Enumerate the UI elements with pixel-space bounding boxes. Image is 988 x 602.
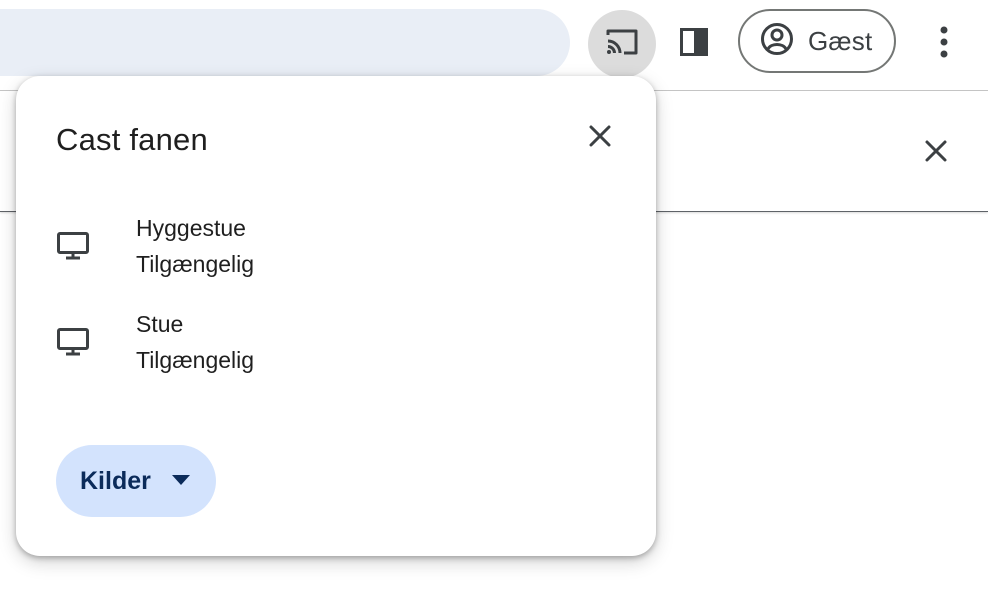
tv-icon — [56, 231, 104, 261]
dialog-title: Cast fanen — [56, 122, 208, 157]
sink-name: Hyggestue — [136, 215, 246, 241]
cast-dialog: Cast fanen Hyggestue Tilgængelig Stue Ti… — [16, 76, 656, 556]
sink-status: Tilgængelig — [136, 347, 255, 373]
dialog-close-button[interactable] — [578, 116, 622, 160]
account-circle-icon — [760, 22, 794, 61]
browser-menu-button[interactable] — [922, 20, 966, 68]
address-bar[interactable] — [0, 9, 570, 76]
tv-icon — [56, 327, 104, 357]
profile-label: Gæst — [808, 25, 873, 56]
sources-label: Kilder — [80, 466, 151, 495]
sink-name: Stue — [136, 311, 184, 337]
cast-sink-item[interactable]: Hyggestue Tilgængelig — [56, 206, 616, 286]
sink-text: Stue Tilgængelig — [136, 310, 254, 374]
cast-sink-item[interactable]: Stue Tilgængelig — [56, 302, 616, 382]
sources-dropdown-button[interactable]: Kilder — [56, 445, 216, 517]
profile-button[interactable]: Gæst — [738, 9, 896, 73]
close-icon — [924, 139, 948, 168]
sink-status: Tilgængelig — [136, 251, 255, 277]
infobar-close-button[interactable] — [914, 131, 958, 175]
cast-button[interactable] — [588, 10, 656, 78]
side-panel-icon — [679, 27, 709, 62]
close-icon — [588, 124, 612, 153]
arrow-drop-down-icon — [171, 474, 191, 489]
sink-text: Hyggestue Tilgængelig — [136, 214, 254, 278]
side-panel-button[interactable] — [670, 20, 718, 68]
more-vert-icon — [939, 25, 949, 64]
browser-window: Gæst Cast fanen Hyggestue Tilgængelig St… — [0, 0, 988, 602]
cast-icon — [604, 27, 640, 62]
